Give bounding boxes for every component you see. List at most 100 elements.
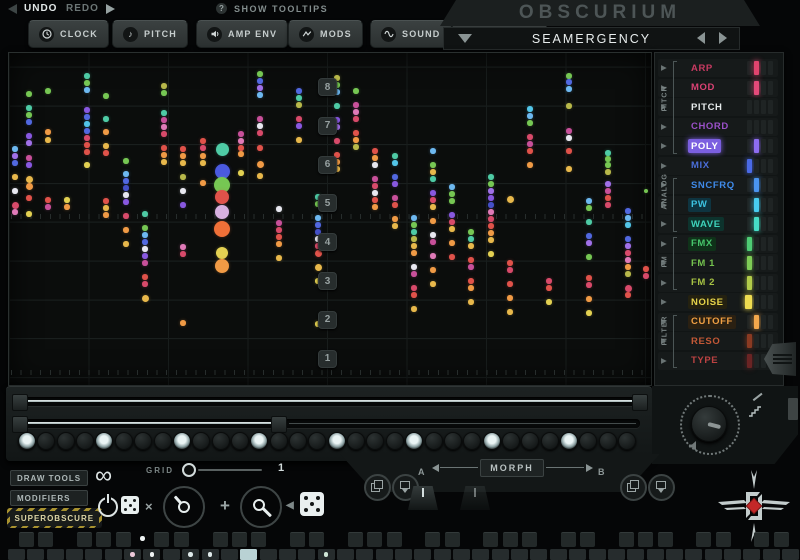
white-key[interactable]	[472, 549, 489, 560]
step-button[interactable]	[270, 432, 288, 450]
black-key[interactable]	[251, 532, 266, 547]
seq-dot[interactable]	[180, 244, 185, 249]
seq-dot[interactable]	[488, 195, 493, 200]
seq-dot[interactable]	[605, 150, 610, 155]
step-button[interactable]	[250, 432, 268, 450]
seq-dot[interactable]	[12, 188, 17, 193]
seq-dot[interactable]	[449, 226, 454, 231]
seq-dot[interactable]	[625, 250, 630, 255]
glide-icon[interactable]	[753, 393, 763, 401]
seq-dot[interactable]	[64, 197, 69, 202]
seq-dot[interactable]	[392, 216, 397, 221]
seq-dot[interactable]	[84, 80, 89, 85]
range-slider-bottom[interactable]	[20, 419, 640, 428]
seq-dot[interactable]	[161, 90, 166, 95]
white-key[interactable]	[724, 549, 741, 560]
grid-slider-handle[interactable]	[182, 463, 196, 477]
seq-dot[interactable]	[26, 155, 31, 160]
seq-dot[interactable]	[123, 192, 128, 197]
seq-dot[interactable]	[643, 266, 648, 271]
seq-dot[interactable]	[12, 153, 17, 158]
seq-dot[interactable]	[372, 148, 377, 153]
seq-dot[interactable]	[161, 159, 166, 164]
seq-dot[interactable]	[296, 116, 301, 121]
seq-dot[interactable]	[296, 88, 301, 93]
seq-dot[interactable]	[546, 278, 551, 283]
seq-dot[interactable]	[12, 174, 17, 179]
seq-dot[interactable]	[26, 211, 31, 216]
tab-clock[interactable]: CLOCK	[28, 20, 109, 48]
seq-dot[interactable]	[84, 128, 89, 133]
seq-dot[interactable]	[26, 91, 31, 96]
seq-dot[interactable]	[161, 152, 166, 157]
seq-dot[interactable]	[586, 205, 591, 210]
seq-dot[interactable]	[123, 227, 128, 232]
white-key[interactable]	[705, 549, 722, 560]
seq-dot[interactable]	[276, 241, 281, 246]
seq-dot[interactable]	[103, 116, 108, 121]
seq-dot[interactable]	[216, 247, 228, 259]
seq-dot[interactable]	[142, 260, 147, 265]
expand-arrow-icon[interactable]: ▶	[661, 297, 667, 306]
seq-dot[interactable]	[430, 253, 435, 258]
seq-dot[interactable]	[45, 204, 50, 209]
seq-dot[interactable]	[507, 309, 512, 314]
param-mini-fader[interactable]	[747, 334, 774, 348]
seq-dot[interactable]	[546, 285, 551, 290]
seq-dot[interactable]	[546, 299, 551, 304]
seq-dot[interactable]	[353, 88, 358, 93]
white-key[interactable]	[453, 549, 470, 560]
black-key[interactable]	[580, 532, 595, 547]
seq-dot[interactable]	[527, 148, 532, 153]
seq-dot[interactable]	[625, 292, 630, 297]
seq-dot[interactable]	[411, 236, 416, 241]
seq-dot[interactable]	[315, 222, 320, 227]
seq-dot[interactable]	[161, 131, 166, 136]
seq-dot[interactable]	[257, 145, 262, 150]
black-key[interactable]	[96, 532, 111, 547]
seq-dot[interactable]	[586, 198, 591, 203]
seq-dot[interactable]	[566, 73, 571, 78]
seq-dot[interactable]	[257, 173, 262, 178]
white-key[interactable]	[492, 549, 509, 560]
seq-dot[interactable]	[84, 87, 89, 92]
seq-dot[interactable]	[26, 176, 33, 183]
param-mini-fader[interactable]	[747, 276, 774, 290]
slider-handle[interactable]	[632, 394, 648, 411]
seq-dot[interactable]	[625, 236, 630, 241]
seq-dot[interactable]	[84, 149, 89, 154]
seq-dot[interactable]	[180, 174, 185, 179]
step-button[interactable]	[463, 432, 481, 450]
seq-dot[interactable]	[586, 310, 591, 315]
white-key[interactable]	[260, 549, 277, 560]
seq-dot[interactable]	[507, 260, 512, 265]
seq-dot[interactable]	[449, 240, 454, 245]
expand-arrow-icon[interactable]: ▶	[661, 63, 667, 72]
seq-dot[interactable]	[392, 160, 397, 165]
seq-dot[interactable]	[12, 146, 17, 151]
black-key[interactable]	[348, 532, 363, 547]
step-button[interactable]	[521, 432, 539, 450]
seq-dot[interactable]	[507, 295, 512, 300]
expand-arrow-icon[interactable]: ▶	[661, 161, 667, 170]
seq-dot[interactable]	[488, 223, 493, 228]
seq-dot[interactable]	[161, 110, 166, 115]
seq-dot[interactable]	[507, 267, 512, 272]
step-button[interactable]	[560, 432, 578, 450]
black-key[interactable]	[716, 532, 731, 547]
seq-dot[interactable]	[392, 181, 397, 186]
expand-arrow-icon[interactable]: ▶	[661, 356, 667, 365]
seq-dot[interactable]	[84, 114, 89, 119]
black-key[interactable]	[232, 532, 247, 547]
redo-button[interactable]: REDO	[66, 3, 99, 14]
black-key[interactable]	[367, 532, 382, 547]
seq-dot[interactable]	[26, 105, 31, 110]
seq-dot[interactable]	[276, 206, 281, 211]
seq-dot[interactable]	[238, 131, 243, 136]
seq-dot[interactable]	[334, 103, 339, 108]
seq-dot[interactable]	[200, 160, 205, 165]
step-button[interactable]	[76, 432, 94, 450]
step-button[interactable]	[541, 432, 559, 450]
seq-dot[interactable]	[372, 162, 377, 167]
seq-dot[interactable]	[468, 229, 473, 234]
